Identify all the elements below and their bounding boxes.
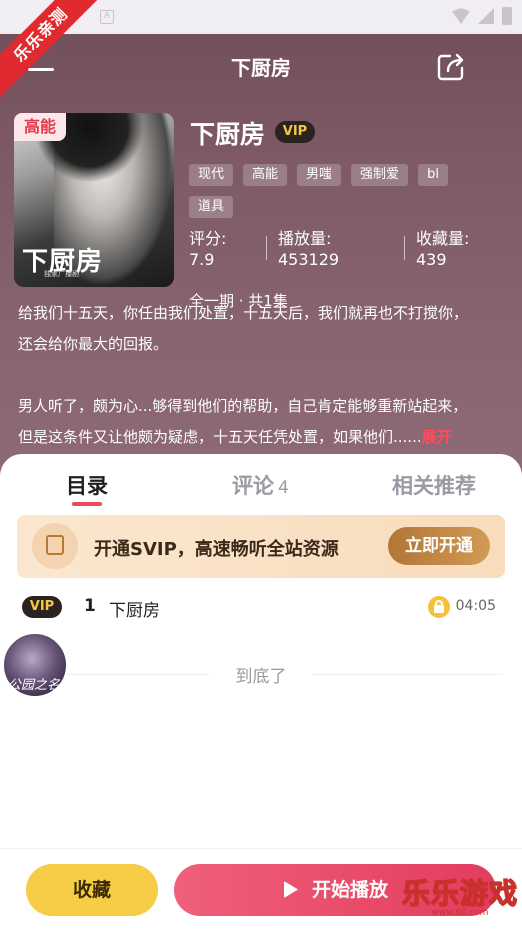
stat-rating: 评分: 7.9	[189, 228, 226, 270]
tab-comments[interactable]: 评论 4	[232, 470, 289, 500]
favorite-button[interactable]: 收藏	[26, 864, 158, 916]
cover-subtitle: 独家广播剧	[44, 270, 79, 278]
description-line: 还会给你最大的回报。	[18, 335, 169, 353]
tag[interactable]: 现代	[189, 164, 234, 186]
tag-list: 现代 高能 男嗤 强制爱 bl 道具	[189, 164, 489, 218]
comment-count: 4	[278, 478, 289, 498]
lock-icon	[428, 596, 450, 618]
stat-label: 播放量:	[278, 229, 332, 248]
floating-player-avatar[interactable]: 公园之名	[2, 632, 68, 698]
tab-label: 目录	[66, 474, 108, 498]
stat-value: 439	[416, 250, 447, 269]
play-label: 开始播放	[312, 879, 389, 901]
description: 给我们十五天，你任由我们处置，十五天后，我们就再也不打搅你， 还会给你最大的回报…	[18, 298, 508, 453]
stat-label: 收藏量:	[416, 229, 470, 248]
svip-text: 开通SVIP，高速畅听全站资源	[94, 539, 339, 560]
description-line: 男人听了，颇为心...够得到他们的帮助，自己肯定能够重新站起来，	[18, 397, 468, 415]
share-icon[interactable]	[436, 52, 466, 82]
tab-recommendations[interactable]: 相关推荐	[392, 470, 476, 500]
tag[interactable]: 强制爱	[351, 164, 409, 186]
watermark-title: 乐乐游戏	[401, 876, 518, 911]
top-nav: 下厨房	[0, 40, 522, 92]
description-line: 但是这条件又让他颇为疑虑，十五天任凭处置，如果他们......	[18, 428, 422, 446]
avatar-caption: 公园之名	[8, 678, 61, 693]
book-title: 下厨房	[190, 120, 266, 149]
svip-banner[interactable]: 开通SVIP，高速畅听全站资源 立即开通	[17, 515, 505, 578]
vip-badge: VIP	[275, 121, 315, 143]
play-icon	[284, 881, 298, 898]
tab-label: 评论	[232, 474, 274, 498]
stat-divider	[266, 236, 267, 260]
stat-divider	[404, 236, 405, 260]
shopping-bag-icon	[32, 523, 78, 569]
cover-badge: 高能	[14, 113, 66, 141]
watermark-logo: 乐乐游戏 www.6ll.com	[401, 872, 518, 918]
end-of-list-text: 到底了	[235, 667, 287, 687]
stat-plays: 播放量: 453129	[278, 228, 339, 270]
battery-icon	[502, 7, 512, 25]
signal-icon	[478, 8, 494, 24]
tab-catalog[interactable]: 目录	[66, 470, 108, 500]
episode-duration: 04:05	[455, 598, 496, 614]
tag[interactable]: bl	[418, 164, 448, 186]
episode-title: 下厨房	[109, 601, 160, 621]
tag[interactable]: 男嗤	[297, 164, 342, 186]
tag[interactable]: 道具	[189, 196, 234, 218]
stat-label: 评分:	[189, 229, 227, 248]
expand-link[interactable]: 展开	[422, 428, 452, 446]
stat-favorites: 收藏量: 439	[416, 228, 469, 270]
description-line: 给我们十五天，你任由我们处置，十五天后，我们就再也不打搅你，	[18, 304, 469, 322]
tab-label: 相关推荐	[392, 474, 476, 498]
wifi-icon	[452, 8, 470, 24]
stat-value: 453129	[278, 250, 340, 269]
episode-row[interactable]: VIP 1 下厨房 04:05	[22, 594, 502, 622]
notification-icon: A	[100, 10, 114, 24]
tag[interactable]: 高能	[243, 164, 288, 186]
stat-value: 7.9	[189, 250, 215, 269]
episode-number: 1	[84, 596, 96, 616]
open-svip-button[interactable]: 立即开通	[388, 527, 490, 565]
vip-badge: VIP	[22, 596, 62, 618]
active-tab-indicator	[72, 502, 102, 506]
stats-row: 评分: 7.9 播放量: 453129 收藏量: 439	[189, 228, 509, 272]
